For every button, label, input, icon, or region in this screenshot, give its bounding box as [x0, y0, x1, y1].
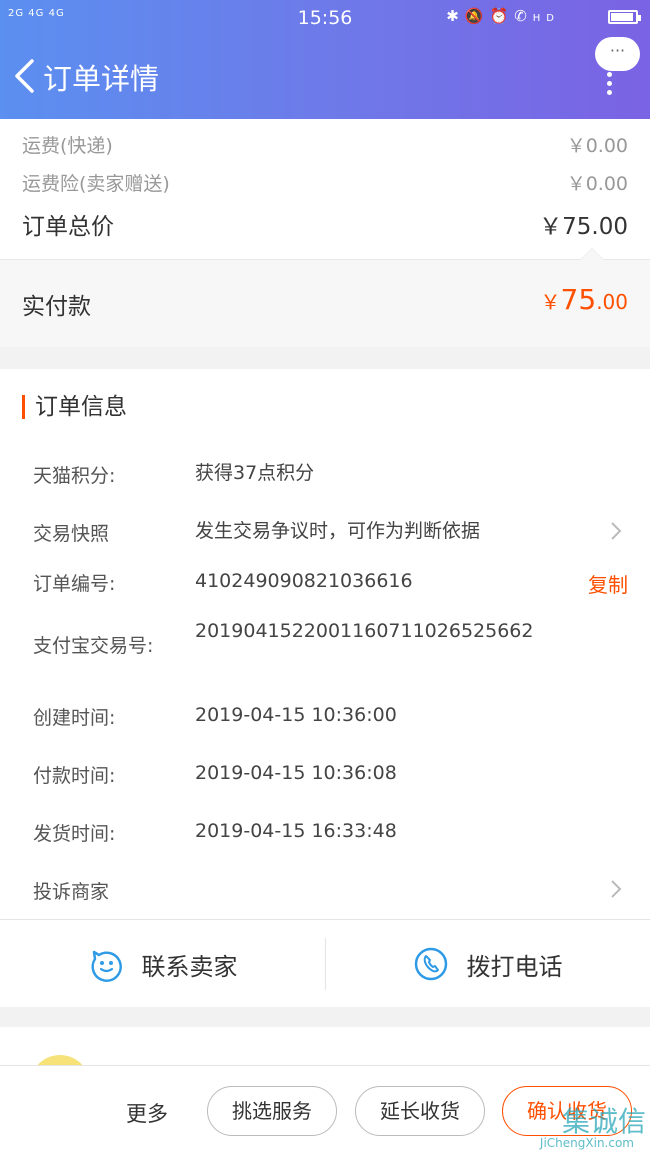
insurance-label: 运费险(卖家赠送) [22, 173, 170, 195]
caret-up-icon [580, 248, 604, 260]
paid-value: ￥75.00 [541, 283, 628, 316]
more-menu-button[interactable]: ··· [595, 37, 640, 71]
call-phone-label: 拨打电话 [466, 952, 563, 981]
watermark-text: 集诚信 [561, 1105, 646, 1138]
hd-label: HD [532, 13, 560, 24]
info-value: 2019-04-15 10:36:08 [195, 762, 397, 784]
price-summary: 运费(快递) ￥0.00 运费险(卖家赠送) ￥0.00 订单总价 ￥75.00 [0, 119, 650, 259]
phone-icon [414, 947, 447, 981]
trade-snapshot-row[interactable]: 交易快照 发生交易争议时，可作为判断依据 [33, 519, 628, 549]
order-number-value: 410249090821036616 [195, 570, 413, 592]
kebab-icon[interactable] [607, 72, 613, 95]
paid-label: 实付款 [22, 294, 91, 320]
info-label: 创建时间: [33, 707, 116, 729]
info-label: 交易快照 [33, 523, 110, 545]
complain-label: 投诉商家 [33, 881, 110, 903]
info-value: 2019-04-15 16:33:48 [195, 820, 397, 842]
info-value: 发生交易争议时，可作为判断依据 [195, 520, 481, 542]
chat-smile-icon [90, 950, 122, 982]
info-label: 发货时间: [33, 823, 116, 845]
battery-icon [608, 10, 641, 24]
contact-seller-label: 联系卖家 [141, 952, 238, 981]
paid-decimal: .00 [596, 290, 628, 314]
info-label: 付款时间: [33, 765, 116, 787]
call-phone-button[interactable]: 拨打电话 [325, 920, 650, 1008]
info-value: 2019-04-15 10:36:00 [195, 704, 397, 726]
watermark-logo: 集诚信 JiChengXin.com [540, 1100, 646, 1150]
more-button[interactable]: 更多 [126, 1098, 168, 1128]
total-row: 订单总价 ￥75.00 [22, 207, 628, 241]
info-value: 获得37点积分 [195, 462, 315, 484]
bluetooth-icon: ✱ [446, 7, 465, 25]
complain-merchant-row[interactable]: 投诉商家 [33, 877, 628, 907]
shipping-row: 运费(快递) ￥0.00 [22, 131, 628, 158]
shop-card [0, 1027, 650, 1115]
shipping-value: ￥0.00 [566, 135, 628, 157]
insurance-value: ￥0.00 [566, 173, 628, 195]
hd-call-icon: ✆ [514, 7, 533, 25]
contact-seller-button[interactable]: 联系卖家 [0, 920, 325, 1008]
copy-button[interactable]: 复制 [588, 569, 628, 598]
info-label: 订单编号: [33, 573, 116, 595]
paid-amount-row: 实付款 ￥75.00 [0, 248, 650, 347]
page-title: 订单详情 [43, 62, 160, 96]
alarm-icon: ⏰ [489, 7, 515, 25]
chevron-right-icon [611, 880, 622, 898]
contact-bar: 联系卖家 拨打电话 [0, 919, 650, 1007]
app-header: 2G 4G 4G 15:56 ✱🔕⏰✆HD 订单详情 ··· [0, 0, 650, 119]
info-label: 支付宝交易号: [33, 635, 154, 657]
status-bar: 2G 4G 4G 15:56 ✱🔕⏰✆HD [0, 0, 650, 36]
extend-receipt-button[interactable]: 延长收货 [355, 1086, 485, 1136]
back-arrow-icon[interactable] [12, 58, 36, 94]
watermark-url: JiChengXin.com [539, 1136, 634, 1150]
order-info-title: 订单信息 [22, 395, 127, 419]
select-service-button[interactable]: 挑选服务 [207, 1086, 337, 1136]
status-icons: ✱🔕⏰✆HD [446, 7, 560, 25]
paid-integer: 75 [560, 283, 597, 316]
shipping-label: 运费(快递) [22, 135, 113, 157]
total-value: ￥75.00 [539, 214, 628, 240]
order-info-section: 订单信息 天猫积分: 获得37点积分 交易快照 发生交易争议时，可作为判断依据 … [0, 369, 650, 919]
mute-icon: 🔕 [464, 7, 490, 25]
insurance-row: 运费险(卖家赠送) ￥0.00 [22, 169, 628, 196]
paid-currency: ￥ [540, 290, 561, 314]
info-label: 天猫积分: [33, 465, 116, 487]
chevron-right-icon [611, 522, 622, 540]
alipay-trade-value: 2019041522001160711026525662 [195, 620, 534, 642]
total-label: 订单总价 [22, 214, 114, 240]
